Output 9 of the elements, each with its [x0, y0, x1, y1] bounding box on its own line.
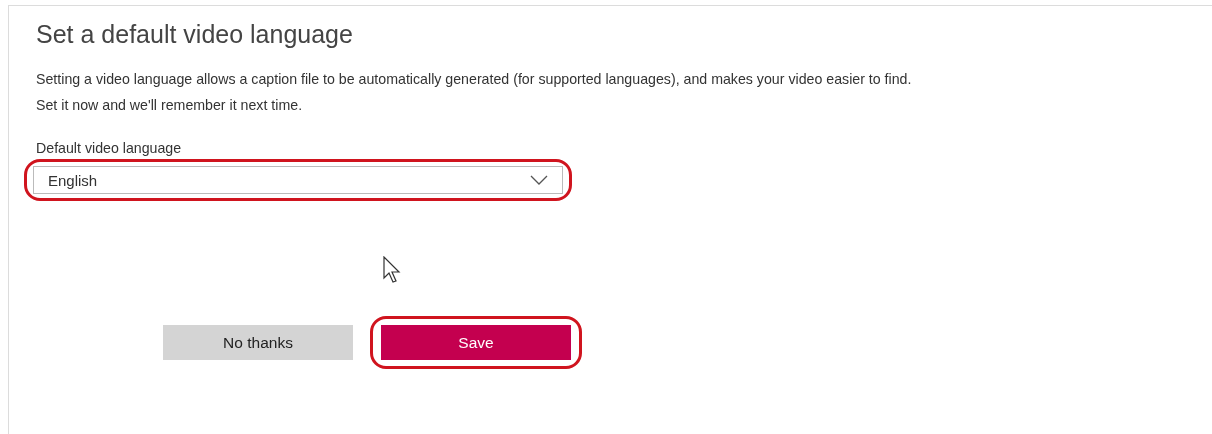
description-text: Setting a video language allows a caption file to be automatically generated (for supported languages), and makes your video easier to find. — [36, 70, 913, 89]
language-dropdown[interactable]: English — [33, 166, 563, 194]
description-text: Set it now and we'll remember it next time. — [36, 96, 304, 115]
field-label: Default video language — [36, 139, 183, 158]
save-button[interactable]: Save — [381, 325, 571, 360]
cancel-button[interactable]: No thanks — [163, 325, 353, 360]
mouse-cursor-icon — [383, 256, 401, 284]
dialog-title: Set a default video language — [36, 19, 354, 49]
chevron-down-icon — [530, 175, 548, 185]
